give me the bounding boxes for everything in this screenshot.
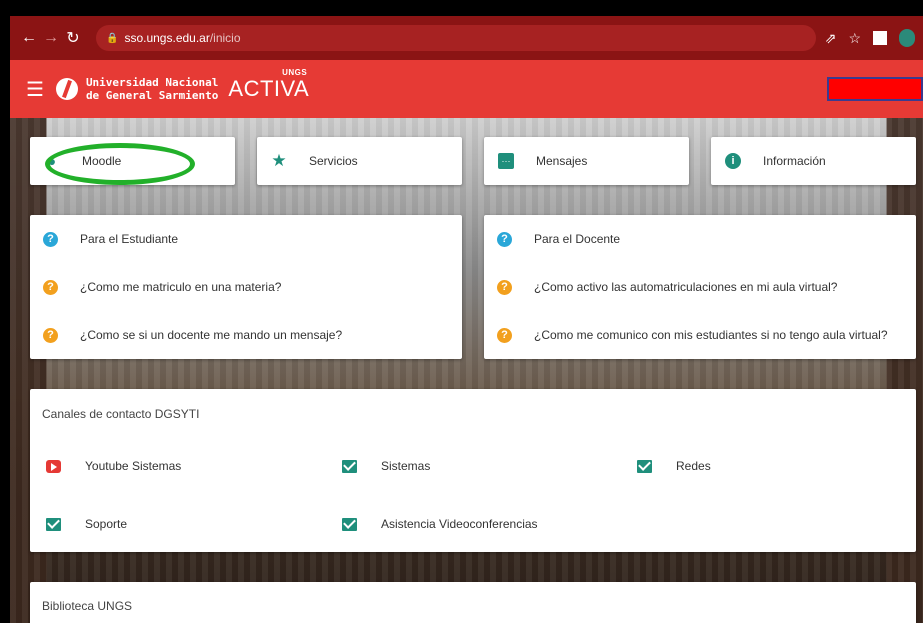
share-icon[interactable]: ⇗ bbox=[825, 30, 837, 47]
ungs-logo-icon bbox=[55, 78, 78, 100]
brand-text: ACTIVA bbox=[228, 76, 310, 101]
tile-label: Mensajes bbox=[536, 154, 588, 168]
contact-card: Canales de contacto DGSYTI Youtube Siste… bbox=[30, 389, 916, 552]
contact-youtube[interactable]: Youtube Sistemas bbox=[46, 459, 181, 473]
faq-heading[interactable]: ? Para el Estudiante bbox=[30, 215, 462, 263]
library-card: Biblioteca UNGS bbox=[30, 582, 916, 623]
university-name: Universidad Nacional de General Sarmient… bbox=[86, 76, 218, 102]
brand-superscript: UNGS bbox=[282, 68, 308, 77]
tile-label: Información bbox=[763, 154, 826, 168]
contact-label: Redes bbox=[676, 459, 711, 473]
faq-item[interactable]: ? ¿Como se si un docente me mando un men… bbox=[30, 311, 462, 359]
message-icon: ··· bbox=[498, 153, 514, 169]
star-icon[interactable]: ☆ bbox=[848, 30, 861, 47]
question-icon: ? bbox=[497, 279, 512, 295]
faq-item[interactable]: ? ¿Como me comunico con mis estudiantes … bbox=[484, 311, 916, 359]
faq-student-card: ? Para el Estudiante ? ¿Como me matricul… bbox=[30, 215, 462, 359]
question-icon: ? bbox=[497, 327, 512, 343]
tile-informacion[interactable]: i Información bbox=[711, 137, 916, 185]
faq-item-text: ¿Como activo las automatriculaciones en … bbox=[534, 280, 838, 294]
faq-item-text: ¿Como me comunico con mis estudiantes si… bbox=[534, 328, 888, 342]
contact-redes[interactable]: Redes bbox=[637, 459, 711, 473]
contact-label: Sistemas bbox=[381, 459, 431, 473]
tile-mensajes[interactable]: ··· Mensajes bbox=[484, 137, 689, 185]
tile-servicios[interactable]: ★ Servicios bbox=[257, 137, 462, 185]
contact-title: Canales de contacto DGSYTI bbox=[42, 407, 200, 421]
url-path: /inicio bbox=[209, 31, 241, 45]
faq-item[interactable]: ? ¿Como me matriculo en una materia? bbox=[30, 263, 462, 311]
address-bar[interactable]: 🔒 sso.ungs.edu.ar/inicio bbox=[96, 25, 816, 51]
lock-icon: 🔒 bbox=[106, 32, 119, 44]
contact-sistemas[interactable]: Sistemas bbox=[342, 459, 430, 473]
app-header: ☰ Universidad Nacional de General Sarmie… bbox=[10, 60, 923, 118]
profile-icon[interactable] bbox=[899, 29, 915, 47]
faq-item-text: ¿Como me matriculo en una materia? bbox=[80, 280, 282, 294]
mail-icon bbox=[46, 517, 61, 531]
contact-label: Soporte bbox=[85, 517, 128, 531]
tile-label: Servicios bbox=[309, 154, 358, 168]
reload-icon[interactable]: ↻ bbox=[62, 28, 84, 48]
faq-heading[interactable]: ? Para el Docente bbox=[484, 215, 916, 263]
university-name-line2: de General Sarmiento bbox=[85, 89, 219, 102]
contact-soporte[interactable]: Soporte bbox=[46, 517, 127, 531]
contact-label: Youtube Sistemas bbox=[85, 459, 182, 473]
redacted-user-area bbox=[827, 77, 923, 101]
back-icon[interactable]: ← bbox=[18, 29, 40, 47]
browser-window: ← → ↻ 🔒 sso.ungs.edu.ar/inicio ⇗ ☆ ☰ Uni… bbox=[10, 16, 923, 623]
highlight-annotation bbox=[45, 143, 195, 185]
browser-actions: ⇗ ☆ bbox=[825, 16, 915, 60]
question-icon: ? bbox=[43, 231, 58, 247]
faq-item[interactable]: ? ¿Como activo las automatriculaciones e… bbox=[484, 263, 916, 311]
info-icon: i bbox=[725, 153, 741, 169]
mail-icon bbox=[637, 459, 652, 473]
extension-icon[interactable] bbox=[873, 31, 887, 45]
forward-icon[interactable]: → bbox=[40, 29, 62, 47]
contact-videoconferencias[interactable]: Asistencia Videoconferencias bbox=[342, 517, 538, 531]
youtube-icon bbox=[46, 459, 61, 473]
contact-label: Asistencia Videoconferencias bbox=[381, 517, 538, 531]
question-icon: ? bbox=[497, 231, 512, 247]
faq-heading-text: Para el Estudiante bbox=[80, 232, 179, 246]
brand-logo: ACTIVA UNGS bbox=[228, 68, 310, 102]
mail-icon bbox=[342, 459, 357, 473]
star-icon: ★ bbox=[271, 151, 287, 170]
faq-teacher-card: ? Para el Docente ? ¿Como activo las aut… bbox=[484, 215, 916, 359]
browser-toolbar: ← → ↻ 🔒 sso.ungs.edu.ar/inicio ⇗ ☆ bbox=[10, 16, 923, 60]
faq-item-text: ¿Como se si un docente me mando un mensa… bbox=[80, 328, 343, 342]
question-icon: ? bbox=[43, 327, 58, 343]
mail-icon bbox=[342, 517, 357, 531]
library-title: Biblioteca UNGS bbox=[42, 599, 133, 613]
question-icon: ? bbox=[43, 279, 58, 295]
menu-icon[interactable]: ☰ bbox=[26, 77, 44, 102]
faq-heading-text: Para el Docente bbox=[534, 232, 621, 246]
university-name-line1: Universidad Nacional bbox=[85, 76, 219, 89]
url-host: sso.ungs.edu.ar bbox=[124, 31, 210, 45]
